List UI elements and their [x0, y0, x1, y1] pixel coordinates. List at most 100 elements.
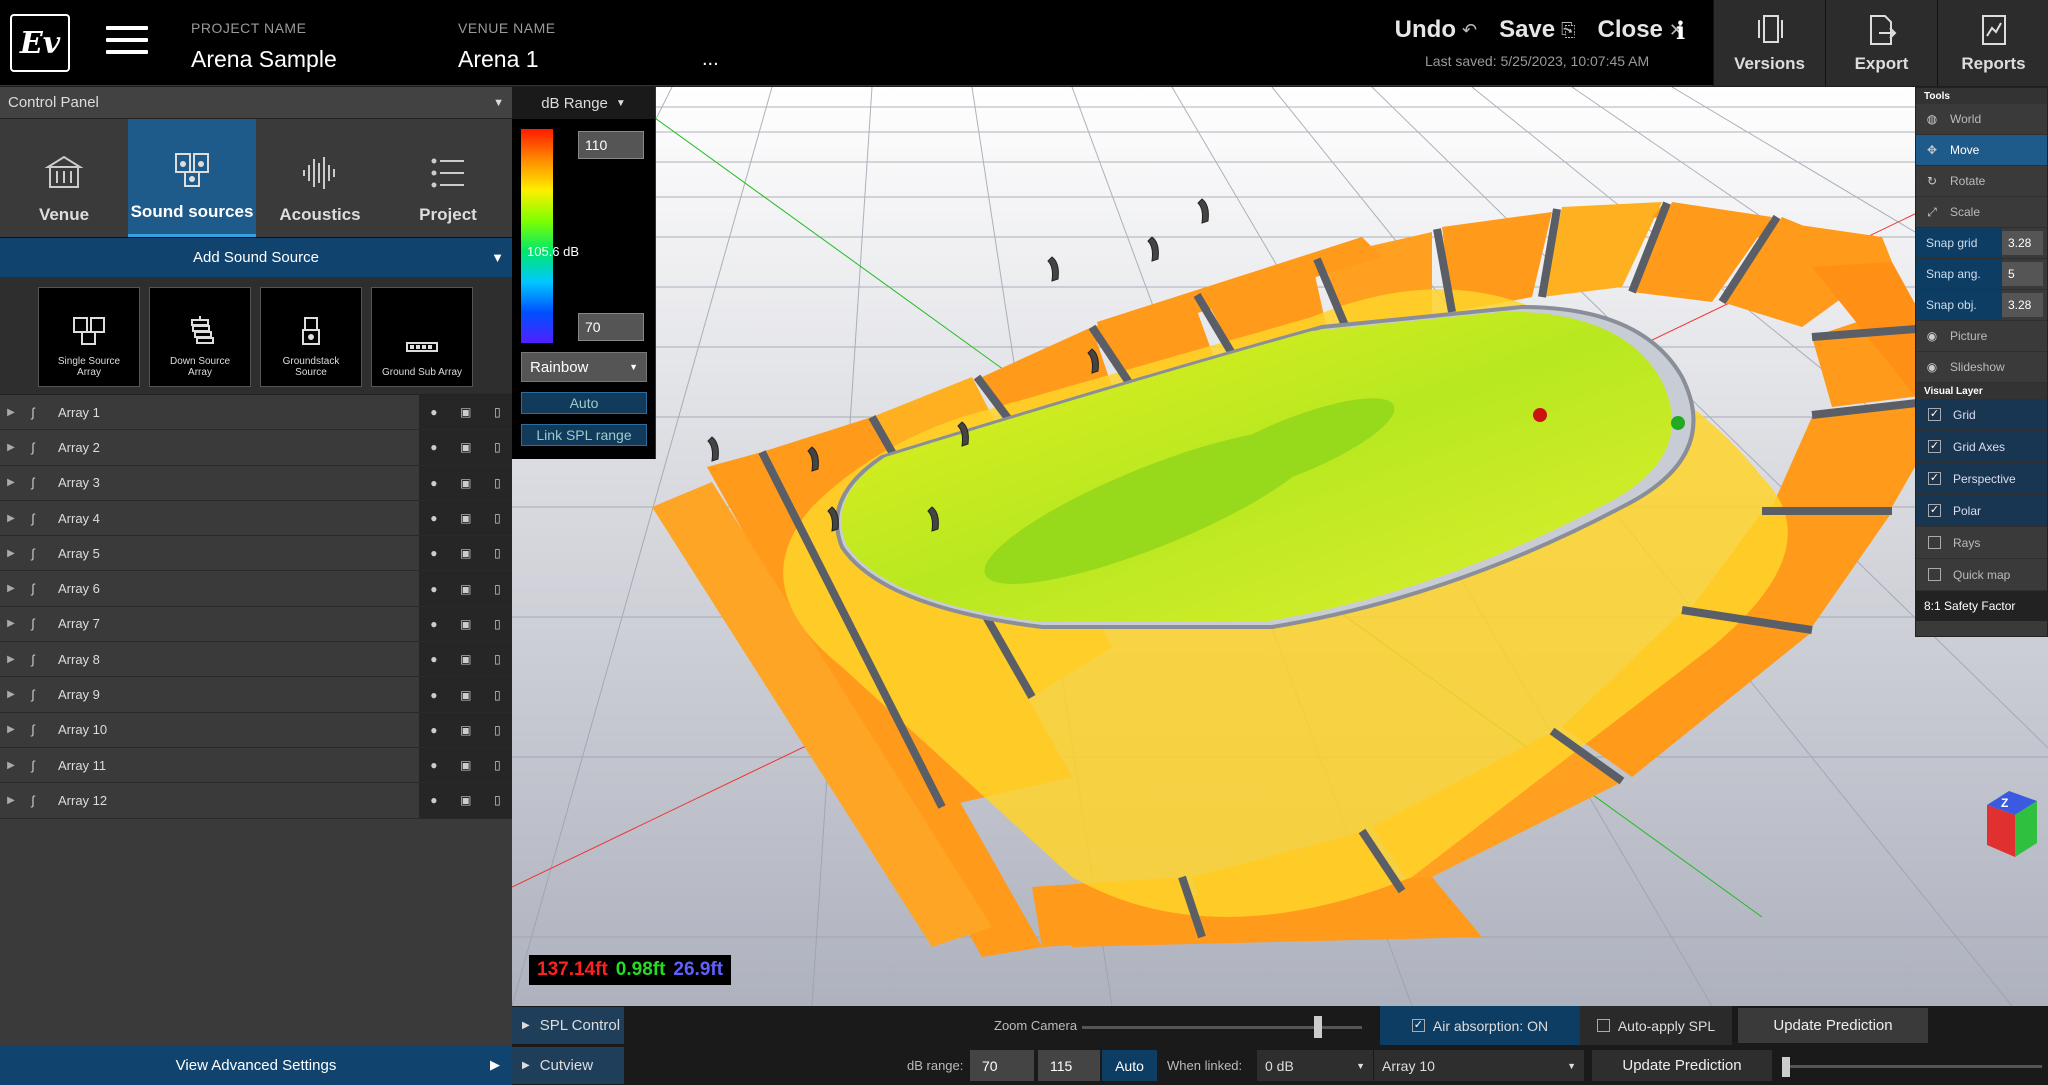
lock-icon[interactable]: ▣	[460, 546, 471, 560]
lock-icon[interactable]: ▣	[460, 582, 471, 596]
db-range-min-input[interactable]: 70	[970, 1050, 1034, 1081]
ground-sub-array-card[interactable]: Ground Sub Array	[371, 287, 473, 387]
eye-icon[interactable]: ●	[430, 793, 437, 807]
eye-icon[interactable]: ●	[430, 723, 437, 737]
lock-icon[interactable]: ▣	[460, 476, 471, 490]
tab-sound-sources[interactable]: Sound sources	[128, 119, 256, 237]
snap-grid-input[interactable]: 3.28	[2002, 231, 2043, 255]
save-button[interactable]: Save ⎘	[1499, 16, 1575, 44]
tool-rotate[interactable]: ↻ Rotate	[1916, 166, 2047, 197]
tab-venue[interactable]: Venue	[0, 119, 128, 237]
trash-icon[interactable]: ▯	[494, 440, 501, 454]
venue-name[interactable]: Arena 1	[458, 46, 539, 73]
close-button[interactable]: Close ✕	[1598, 16, 1684, 44]
db-max-input[interactable]: 110	[578, 131, 644, 159]
expand-icon[interactable]: ▶	[0, 442, 22, 453]
view-cube[interactable]: Z	[1987, 791, 2037, 857]
control-panel-header[interactable]: Control Panel ▼	[0, 87, 512, 119]
snap-angle-input[interactable]: 5	[2002, 262, 2043, 286]
tab-project[interactable]: Project	[384, 119, 512, 237]
expand-icon[interactable]: ▶	[0, 513, 22, 524]
layer-toggle[interactable]: Quick map	[1916, 559, 2047, 591]
db-min-input[interactable]: 70	[578, 313, 644, 341]
update-prediction-button[interactable]: Update Prediction	[1738, 1008, 1928, 1043]
palette-select[interactable]: Rainbow ▼	[521, 352, 647, 382]
reports-button[interactable]: Reports	[1937, 0, 2048, 86]
single-source-array-card[interactable]: Single Source Array	[38, 287, 140, 387]
eye-icon[interactable]: ●	[430, 511, 437, 525]
eye-icon[interactable]: ●	[430, 476, 437, 490]
expand-icon[interactable]: ▶	[0, 477, 22, 488]
expand-icon[interactable]: ▶	[0, 795, 22, 806]
db-range-auto-button[interactable]: Auto	[1102, 1050, 1157, 1081]
lock-icon[interactable]: ▣	[460, 758, 471, 772]
array-select[interactable]: Array 10 ▼	[1374, 1050, 1584, 1081]
db-range-max-input[interactable]: 115	[1038, 1050, 1100, 1081]
lock-icon[interactable]: ▣	[460, 440, 471, 454]
array-row[interactable]: ▶ ʃ Array 3 ● ▣ ▯	[0, 465, 512, 501]
undo-button[interactable]: Undo ↶	[1395, 16, 1477, 44]
add-sound-source-button[interactable]: Add Sound Source ▼	[0, 237, 512, 277]
array-row[interactable]: ▶ ʃ Array 1 ● ▣ ▯	[0, 395, 512, 431]
trash-icon[interactable]: ▯	[494, 793, 501, 807]
expand-icon[interactable]: ▶	[0, 618, 22, 629]
versions-button[interactable]: Versions	[1713, 0, 1825, 86]
zoom-camera-handle[interactable]	[1314, 1016, 1322, 1038]
layer-toggle[interactable]: ✓ Perspective	[1916, 463, 2047, 495]
tool-scale[interactable]: ⤢ Scale	[1916, 197, 2047, 228]
eye-icon[interactable]: ●	[430, 440, 437, 454]
groundstack-source-card[interactable]: Groundstack Source	[260, 287, 362, 387]
layer-toggle[interactable]: ✓ Grid	[1916, 399, 2047, 431]
air-absorption-toggle[interactable]: ✓ Air absorption: ON	[1380, 1006, 1580, 1045]
project-name[interactable]: Arena Sample	[191, 46, 337, 73]
lock-icon[interactable]: ▣	[460, 511, 471, 525]
array-row[interactable]: ▶ ʃ Array 7 ● ▣ ▯	[0, 606, 512, 643]
link-spl-range-button[interactable]: Link SPL range	[521, 424, 647, 446]
trash-icon[interactable]: ▯	[494, 511, 501, 525]
layer-toggle[interactable]: ✓ Grid Axes	[1916, 431, 2047, 463]
down-source-array-card[interactable]: Down Source Array	[149, 287, 251, 387]
eye-icon[interactable]: ●	[430, 688, 437, 702]
expand-icon[interactable]: ▶	[0, 583, 22, 594]
arena-scene[interactable]: Z	[512, 87, 2048, 1006]
array-row[interactable]: ▶ ʃ Array 10 ● ▣ ▯	[0, 712, 512, 748]
array-row[interactable]: ▶ ʃ Array 4 ● ▣ ▯	[0, 500, 512, 537]
view-advanced-settings-button[interactable]: View Advanced Settings ▶	[0, 1045, 512, 1085]
more-options[interactable]: ...	[702, 48, 719, 71]
eye-icon[interactable]: ●	[430, 546, 437, 560]
eye-icon[interactable]: ●	[430, 582, 437, 596]
expand-icon[interactable]: ▶	[0, 724, 22, 735]
export-button[interactable]: Export	[1825, 0, 1937, 86]
tool-move[interactable]: ✥ Move	[1916, 135, 2047, 166]
slideshow-button[interactable]: ◉ Slideshow	[1916, 352, 2047, 383]
eye-icon[interactable]: ●	[430, 617, 437, 631]
lock-icon[interactable]: ▣	[460, 652, 471, 666]
lock-icon[interactable]: ▣	[460, 793, 471, 807]
expand-icon[interactable]: ▶	[0, 548, 22, 559]
source-marker-red[interactable]	[1533, 408, 1547, 422]
auto-apply-spl-toggle[interactable]: Auto-apply SPL	[1580, 1006, 1732, 1045]
array-row[interactable]: ▶ ʃ Array 9 ● ▣ ▯	[0, 677, 512, 713]
3d-viewport[interactable]: Z 137.14ft 0.98ft 26.9ft	[512, 87, 2048, 1006]
expand-icon[interactable]: ▶	[0, 407, 22, 418]
when-linked-select[interactable]: 0 dB ▼	[1257, 1050, 1373, 1081]
array-row[interactable]: ▶ ʃ Array 5 ● ▣ ▯	[0, 536, 512, 572]
hamburger-menu-icon[interactable]	[106, 26, 148, 58]
eye-icon[interactable]: ●	[430, 405, 437, 419]
lock-icon[interactable]: ▣	[460, 405, 471, 419]
trash-icon[interactable]: ▯	[494, 546, 501, 560]
tool-world[interactable]: ◍ World	[1916, 104, 2047, 135]
array-row[interactable]: ▶ ʃ Array 8 ● ▣ ▯	[0, 642, 512, 678]
trash-icon[interactable]: ▯	[494, 405, 501, 419]
prediction-slider[interactable]	[1782, 1057, 2042, 1077]
array-row[interactable]: ▶ ʃ Array 2 ● ▣ ▯	[0, 430, 512, 466]
cutview-tab[interactable]: ▶ Cutview	[512, 1047, 624, 1084]
trash-icon[interactable]: ▯	[494, 652, 501, 666]
update-prediction-button-2[interactable]: Update Prediction	[1592, 1050, 1772, 1081]
spl-control-tab[interactable]: ▶ SPL Control	[512, 1007, 624, 1044]
layer-toggle[interactable]: ✓ Polar	[1916, 495, 2047, 527]
eye-icon[interactable]: ●	[430, 758, 437, 772]
expand-icon[interactable]: ▶	[0, 760, 22, 771]
picture-button[interactable]: ◉ Picture	[1916, 321, 2047, 352]
lock-icon[interactable]: ▣	[460, 723, 471, 737]
